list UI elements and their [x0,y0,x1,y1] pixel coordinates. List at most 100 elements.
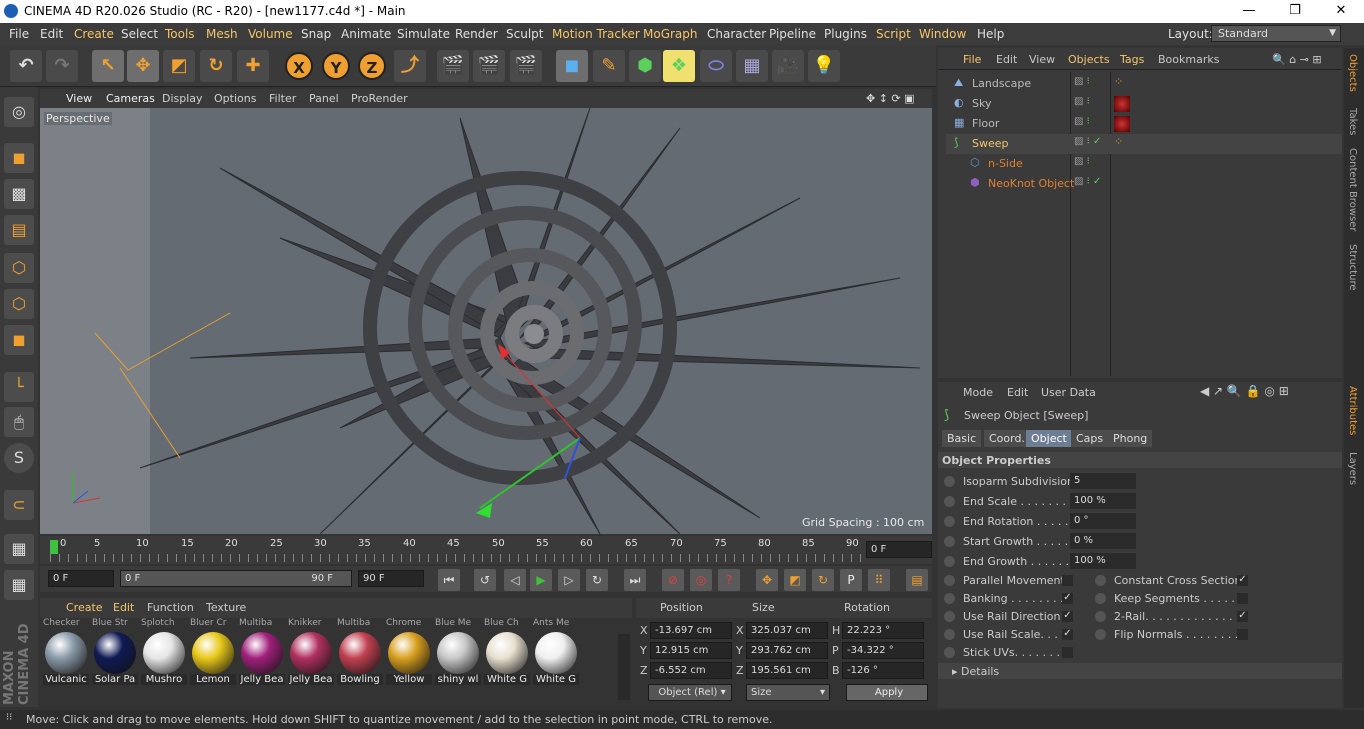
obj-menu-view[interactable]: View [1029,53,1055,66]
start-frame-field[interactable]: 0 F [48,570,114,587]
cube-icon[interactable]: ◼ [556,50,588,82]
side-tab-layers[interactable]: Layers [1347,452,1358,485]
animation-dot-icon[interactable] [944,476,955,487]
autokey-icon[interactable]: ◎ [690,569,712,591]
render-settings-icon[interactable]: 🎬 [510,50,542,82]
transform-tool-icon[interactable]: ✚ [237,50,269,82]
animation-dot-icon[interactable] [1095,575,1106,586]
menu-pipeline[interactable]: Pipeline [769,27,816,41]
undo-icon[interactable]: ↶ [10,50,42,82]
coord-field[interactable]: -6.552 cm [650,662,732,679]
animation-dot-icon[interactable] [1095,629,1106,640]
coord-field[interactable]: 325.037 cm [746,622,828,639]
key-scale-icon[interactable]: ◩ [784,569,806,591]
next-frame-icon[interactable]: ▷ [558,569,580,591]
checkbox[interactable] [1237,593,1248,604]
attr-menu-edit[interactable]: Edit [1007,386,1028,399]
property-value-field[interactable]: 100 % [1070,493,1136,509]
object-visibility-flags[interactable]: ▨ ⁝ ✓ [1074,176,1101,187]
animation-dot-icon[interactable] [944,611,955,622]
checkbox[interactable] [1237,629,1248,640]
menu-help[interactable]: Help [977,27,1004,41]
pen-spline-icon[interactable]: ✎ [593,50,625,82]
tab-caps[interactable]: Caps [1071,430,1109,447]
viewport-menu-options[interactable]: Options [214,92,256,105]
menu-motion-tracker[interactable]: Motion Tracker [552,27,640,41]
menu-edit[interactable]: Edit [40,27,63,41]
coord-field[interactable]: 22.223 ° [842,622,924,639]
planar-workplane-icon[interactable]: ▦ [4,570,34,600]
material-swatch[interactable]: Jelly Bea [239,630,285,692]
timeline-ruler[interactable]: 0 5 10 15 20 25 30 35 40 45 50 55 60 65 … [40,536,932,564]
array-icon[interactable]: ❖ [663,50,695,82]
animation-dot-icon[interactable] [944,516,955,527]
scale-tool-icon[interactable]: ◩ [163,50,195,82]
object-name[interactable]: n-Side [988,157,1023,170]
menu-volume[interactable]: Volume [248,27,293,41]
next-key-icon[interactable]: ↻ [586,569,608,591]
material-swatch[interactable]: White G [484,630,530,692]
menu-mesh[interactable]: Mesh [206,27,238,41]
material-swatch[interactable]: Solar Pa [92,630,138,692]
checkbox[interactable] [1062,647,1073,658]
subdivision-icon[interactable]: ⬢ [629,50,661,82]
floor-icon[interactable]: ▦ [736,50,768,82]
material-swatch[interactable]: shiny wl [435,630,481,692]
checkbox[interactable]: ✓ [1062,593,1073,604]
edges-mode-icon[interactable]: ⬡ [4,289,34,319]
timeline-window-icon[interactable]: ▤ [906,569,928,591]
object-row[interactable]: ⬢ NeoKnot Object ▨ ⁝ ✓ [946,174,1342,194]
checkbox[interactable]: ✓ [1062,611,1073,622]
minimize-button[interactable]: — [1226,0,1272,23]
side-tab-objects[interactable]: Objects [1347,54,1358,92]
key-pla-icon[interactable]: ⠿ [868,569,890,591]
frame-range-slider[interactable]: 0 F 90 F [120,570,352,587]
viewport-menu-filter[interactable]: Filter [269,92,296,105]
checkbox[interactable]: ✓ [1237,575,1248,586]
material-scrollbar[interactable] [618,634,630,700]
z-axis-icon[interactable]: Z [358,52,386,80]
object-name[interactable]: Floor [972,117,999,130]
animation-dot-icon[interactable] [944,556,955,567]
viewport-menu-cameras[interactable]: Cameras [106,92,155,105]
coord-mode-select[interactable]: Object (Rel) ▾ [648,684,732,701]
menu-mograph[interactable]: MoGraph [643,27,698,41]
menu-simulate[interactable]: Simulate [397,27,450,41]
object-visibility-flags[interactable]: ▨ ⁝ [1074,156,1090,167]
material-swatch[interactable]: Yellow [386,630,432,692]
animation-dot-icon[interactable] [944,575,955,586]
checkbox[interactable] [1062,575,1073,586]
tab-coord[interactable]: Coord. [984,430,1030,447]
object-visibility-flags[interactable]: ▨ ⁝ ✓ [1074,136,1101,147]
viewport[interactable]: Perspective Grid Spacing : 100 cm [40,108,932,534]
render-picture-viewer-icon[interactable]: 🎬 [473,50,505,82]
play-icon[interactable]: ▶ [530,569,552,591]
phong-tag-icon[interactable]: ⁘ [1114,75,1123,88]
apply-button[interactable]: Apply [846,684,928,701]
material-swatch[interactable]: Bowling [337,630,383,692]
menu-script[interactable]: Script [876,27,911,41]
side-tab-takes[interactable]: Takes [1347,108,1358,135]
object-visibility-flags[interactable]: ▨ ⁝ [1074,116,1090,127]
material-swatch[interactable]: Vulcanic [43,630,89,692]
viewport-menu-panel[interactable]: Panel [309,92,339,105]
animation-dot-icon[interactable] [1095,593,1106,604]
mat-menu-function[interactable]: Function [147,601,194,614]
coord-field[interactable]: 12.915 cm [650,642,732,659]
checkbox[interactable]: ✓ [1062,629,1073,640]
tab-phong[interactable]: Phong [1108,430,1153,447]
key-rotation-icon[interactable]: ↻ [812,569,834,591]
coord-field[interactable]: -126 ° [842,662,924,679]
polygons-mode-icon[interactable]: ◼ [4,325,34,355]
maximize-button[interactable]: ❐ [1272,0,1318,23]
obj-menu-file[interactable]: File [963,53,981,66]
lock-workplane-icon[interactable]: ▦ [4,534,34,564]
menu-render[interactable]: Render [455,27,498,41]
render-view-icon[interactable]: 🎬 [437,50,469,82]
redo-icon[interactable]: ↷ [46,50,78,82]
details-section[interactable]: ▸ Details [952,665,999,678]
record-icon[interactable]: ⊘ [662,569,684,591]
previous-frame-icon[interactable]: ◁ [504,569,526,591]
menu-animate[interactable]: Animate [341,27,391,41]
tab-basic[interactable]: Basic [942,430,982,447]
